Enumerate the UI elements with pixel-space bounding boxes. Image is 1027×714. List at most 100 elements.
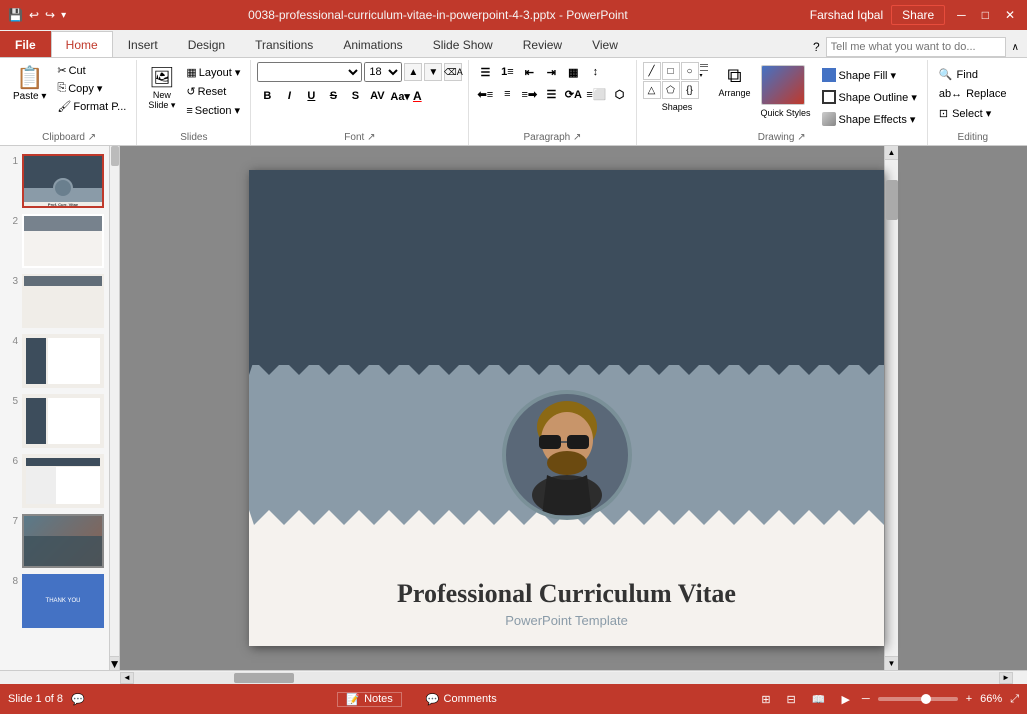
- tab-insert[interactable]: Insert: [113, 31, 173, 57]
- align-right-button[interactable]: ≡➡: [519, 84, 539, 104]
- layout-button[interactable]: ▦Layout ▾: [182, 64, 244, 81]
- shape-outline-button[interactable]: Shape Outline ▾: [818, 88, 921, 106]
- save-icon[interactable]: 💾: [8, 8, 23, 22]
- quick-styles-button[interactable]: Quick Styles: [758, 62, 814, 122]
- close-button[interactable]: ✕: [1001, 8, 1019, 22]
- scroll-down-btn[interactable]: ▼: [110, 656, 119, 670]
- reading-view-btn[interactable]: 📖: [808, 693, 830, 706]
- maximize-button[interactable]: □: [978, 8, 993, 22]
- scroll-up-btn[interactable]: ▲: [885, 146, 898, 160]
- change-case-button[interactable]: Aa▾: [389, 86, 411, 106]
- underline-button[interactable]: U: [301, 86, 321, 106]
- strikethrough-button[interactable]: S: [323, 86, 343, 106]
- select-button[interactable]: ⊡ Select ▾: [934, 105, 996, 122]
- share-button[interactable]: Share: [891, 5, 945, 25]
- zoom-in-btn[interactable]: +: [966, 693, 972, 705]
- shape-4[interactable]: △: [643, 81, 661, 99]
- shape-1[interactable]: ╱: [643, 62, 661, 80]
- find-button[interactable]: 🔍 Find: [934, 66, 983, 83]
- line-spacing-button[interactable]: ↕: [585, 62, 605, 82]
- search-input[interactable]: [826, 37, 1006, 57]
- bold-button[interactable]: B: [257, 86, 277, 106]
- scroll-left-btn[interactable]: ◄: [120, 672, 134, 684]
- fit-slide-btn[interactable]: ⤢: [1010, 693, 1019, 706]
- help-icon[interactable]: ?: [813, 40, 820, 54]
- tab-home[interactable]: Home: [51, 31, 113, 57]
- replace-button[interactable]: ab↔ Replace: [934, 86, 1012, 102]
- zoom-slider[interactable]: [878, 697, 958, 701]
- shape-fill-button[interactable]: Shape Fill ▾: [818, 66, 921, 84]
- slideshow-btn[interactable]: ▶: [837, 693, 853, 706]
- tab-view[interactable]: View: [577, 31, 633, 57]
- tab-design[interactable]: Design: [173, 31, 240, 57]
- slide-thumb-8[interactable]: 8 THANK YOU: [4, 574, 115, 628]
- scroll-thumb[interactable]: [886, 180, 898, 220]
- minimize-button[interactable]: ─: [953, 8, 970, 22]
- slide-thumb-4[interactable]: 4: [4, 334, 115, 388]
- smartart-button[interactable]: ⬡: [610, 84, 630, 104]
- arrange-button[interactable]: ⧉ Arrange: [716, 62, 754, 101]
- slide-thumb-3[interactable]: 3: [4, 274, 115, 328]
- scroll-down-btn-v[interactable]: ▼: [885, 656, 898, 670]
- scroll-right-btn[interactable]: ►: [999, 672, 1013, 684]
- font-size-select[interactable]: 18: [364, 62, 402, 82]
- cut-button[interactable]: ✂Cut: [53, 62, 130, 79]
- canvas-hscrollbar[interactable]: ◄ ►: [120, 671, 1013, 684]
- shadow-button[interactable]: S: [345, 86, 365, 106]
- slide-thumb-6[interactable]: 6: [4, 454, 115, 508]
- slide-sorter-btn[interactable]: ⊟: [783, 693, 800, 706]
- font-family-select[interactable]: [257, 62, 362, 82]
- align-left-button[interactable]: ⬅≡: [475, 84, 495, 104]
- slide-thumb-7[interactable]: 7: [4, 514, 115, 568]
- bullets-button[interactable]: ☰: [475, 62, 495, 82]
- align-text-button[interactable]: ≡⬜: [585, 84, 607, 104]
- zoom-out-btn[interactable]: ─: [862, 693, 870, 705]
- slide-thumb-5[interactable]: 5: [4, 394, 115, 448]
- align-center-button[interactable]: ≡: [497, 84, 517, 104]
- tab-slideshow[interactable]: Slide Show: [418, 31, 508, 57]
- font-size-decrease[interactable]: ▼: [424, 63, 442, 81]
- section-button[interactable]: ≡Section ▾: [182, 102, 244, 119]
- font-size-increase[interactable]: ▲: [404, 63, 422, 81]
- format-painter-button[interactable]: 🖌Format P...: [53, 98, 130, 115]
- hscroll-thumb[interactable]: [234, 673, 294, 683]
- slide-img-6[interactable]: [22, 454, 104, 508]
- canvas-vscrollbar[interactable]: ▲ ▼: [884, 146, 898, 670]
- slide-img-2[interactable]: [22, 214, 104, 268]
- slide-panel-scrollbar[interactable]: ▼: [109, 146, 119, 670]
- tab-animations[interactable]: Animations: [328, 31, 417, 57]
- reset-button[interactable]: ↺Reset: [182, 83, 244, 100]
- slide-status-icon[interactable]: 💬: [71, 693, 85, 706]
- slide-img-5[interactable]: [22, 394, 104, 448]
- clear-formatting-button[interactable]: ⌫A: [444, 63, 462, 81]
- undo-icon[interactable]: ↩: [29, 8, 39, 22]
- char-spacing-button[interactable]: AV: [367, 86, 387, 106]
- slide-thumb-2[interactable]: 2: [4, 214, 115, 268]
- tab-transitions[interactable]: Transitions: [240, 31, 328, 57]
- notes-button[interactable]: 📝 Notes: [337, 692, 401, 707]
- new-slide-button[interactable]: 🖼 New Slide ▾: [143, 62, 180, 114]
- normal-view-btn[interactable]: ⊞: [757, 693, 774, 706]
- paste-button[interactable]: 📋 Paste ▾: [8, 62, 51, 105]
- copy-button[interactable]: ⎘Copy ▾: [53, 80, 130, 97]
- col-button[interactable]: ▦: [563, 62, 583, 82]
- numbering-button[interactable]: 1≡: [497, 62, 517, 82]
- text-direction-button[interactable]: ⟳A: [563, 84, 583, 104]
- ribbon-collapse-icon[interactable]: ∧: [1012, 42, 1019, 53]
- shape-3[interactable]: ○: [681, 62, 699, 80]
- shape-6[interactable]: {}: [681, 81, 699, 99]
- decrease-indent-button[interactable]: ⇤: [519, 62, 539, 82]
- slide-thumb-1[interactable]: 1 Prof. Curr. Vitae: [4, 154, 115, 208]
- justify-button[interactable]: ☰: [541, 84, 561, 104]
- shapes-more-button[interactable]: ▾: [700, 62, 712, 80]
- slide-img-3[interactable]: [22, 274, 104, 328]
- font-color-button[interactable]: A: [413, 89, 422, 103]
- italic-button[interactable]: I: [279, 86, 299, 106]
- tab-file[interactable]: File: [0, 31, 51, 57]
- slide-img-8[interactable]: THANK YOU: [22, 574, 104, 628]
- slide-img-4[interactable]: [22, 334, 104, 388]
- slide-img-1[interactable]: Prof. Curr. Vitae: [22, 154, 104, 208]
- increase-indent-button[interactable]: ⇥: [541, 62, 561, 82]
- shape-5[interactable]: ⬠: [662, 81, 680, 99]
- shape-2[interactable]: □: [662, 62, 680, 80]
